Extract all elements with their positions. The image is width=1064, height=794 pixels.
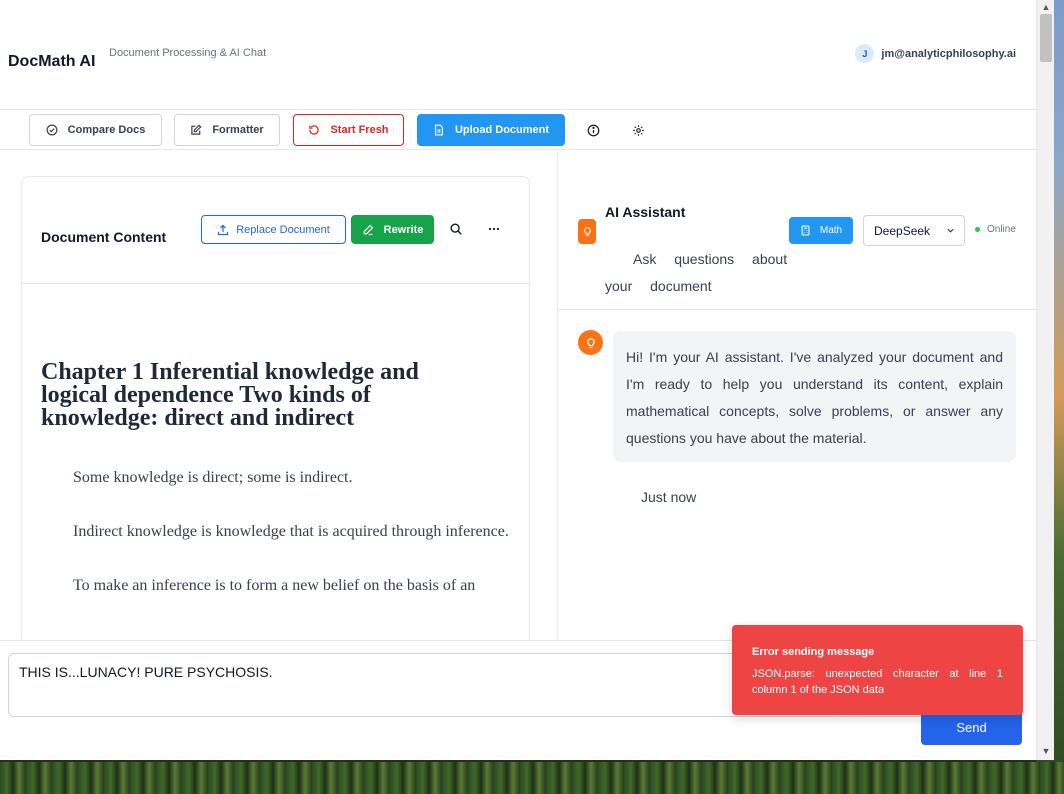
formatter-button[interactable]: Formatter xyxy=(174,114,280,146)
more-icon[interactable] xyxy=(486,222,502,236)
upload-icon xyxy=(218,224,229,235)
avatar[interactable]: J xyxy=(855,44,875,63)
start-fresh-label: Start Fresh xyxy=(330,124,389,136)
ai-assistant-header: AI Assistant Ask questions about your do… xyxy=(558,151,1036,310)
pencil-icon xyxy=(363,224,373,235)
app-tagline: Document Processing & AI Chat xyxy=(109,47,267,59)
search-icon[interactable] xyxy=(449,222,463,236)
desktop-wallpaper-bottom xyxy=(0,762,1064,794)
message-timestamp: Just now xyxy=(641,489,697,505)
replace-document-button[interactable]: Replace Document xyxy=(201,215,346,244)
upload-document-label: Upload Document xyxy=(454,124,550,136)
scrollbar-thumb[interactable] xyxy=(1040,14,1052,62)
settings-button[interactable] xyxy=(630,122,646,138)
assistant-message: Hi! I'm your AI assistant. I've analyzed… xyxy=(613,331,1016,462)
edit-icon xyxy=(191,124,202,135)
scroll-up-icon[interactable]: ▲ xyxy=(1037,0,1055,14)
model-select-value: DeepSeek xyxy=(874,223,931,238)
app-name: DocMath AI xyxy=(8,53,96,70)
upload-document-button[interactable]: Upload Document xyxy=(417,114,565,146)
scroll-down-icon[interactable]: ▼ xyxy=(1037,744,1055,758)
status-badge: Online xyxy=(975,224,1016,235)
document-paragraph: Indirect knowledge is knowledge that is … xyxy=(73,523,509,540)
rewrite-button[interactable]: Rewrite xyxy=(351,215,434,244)
start-fresh-button[interactable]: Start Fresh xyxy=(293,114,404,146)
app-header: DocMath AI Document Processing & AI Chat… xyxy=(0,0,1036,110)
lightbulb-icon xyxy=(583,227,591,237)
lightbulb-icon xyxy=(586,337,595,348)
formatter-label: Formatter xyxy=(212,124,264,136)
window-scrollbar[interactable]: ▲ ▼ xyxy=(1036,0,1054,760)
gear-icon xyxy=(632,124,644,136)
document-panel: Document Content Replace Document Rewrit… xyxy=(21,176,530,646)
compare-docs-button[interactable]: Compare Docs xyxy=(29,114,162,146)
replace-document-label: Replace Document xyxy=(236,223,330,236)
toast-message: JSON.parse: unexpected character at line… xyxy=(752,668,1003,696)
info-button[interactable] xyxy=(585,122,601,138)
toast-title: Error sending message xyxy=(752,646,875,658)
user-menu[interactable]: J jm@analyticphilosophy.ai xyxy=(855,44,1016,63)
compare-docs-label: Compare Docs xyxy=(67,124,146,136)
send-button[interactable]: Send xyxy=(921,710,1022,745)
refresh-icon xyxy=(309,125,320,135)
message-avatar xyxy=(578,330,603,355)
document-panel-header: Document Content Replace Document Rewrit… xyxy=(22,177,529,284)
app-window: DocMath AI Document Processing & AI Chat… xyxy=(0,0,1036,760)
ai-assistant-panel: AI Assistant Ask questions about your do… xyxy=(557,151,1036,641)
calculator-icon xyxy=(801,225,810,236)
file-icon xyxy=(435,124,443,136)
document-content: Chapter 1 Inferential knowledge and logi… xyxy=(22,285,529,645)
math-mode-label: Math xyxy=(819,225,843,236)
toolbar: Compare Docs Formatter Start Fresh Uploa… xyxy=(0,111,1036,150)
chapter-title: Chapter 1 Inferential knowledge and logi… xyxy=(41,359,419,431)
document-paragraph: To make an inference is to form a new be… xyxy=(73,577,476,594)
model-select[interactable]: DeepSeek xyxy=(863,215,965,246)
document-panel-title: Document Content xyxy=(41,229,167,245)
info-icon xyxy=(587,124,599,136)
status-dot xyxy=(975,227,980,232)
user-email: jm@analyticphilosophy.ai xyxy=(881,47,1016,60)
math-mode-button[interactable]: Math xyxy=(789,217,853,244)
chevron-down-icon xyxy=(947,228,954,233)
rewrite-label: Rewrite xyxy=(383,223,424,236)
assistant-avatar xyxy=(578,219,596,244)
ai-assistant-subtitle: Ask questions about your document xyxy=(605,251,788,294)
compare-icon xyxy=(46,124,58,136)
status-label: Online xyxy=(987,224,1016,235)
document-paragraph: Some knowledge is direct; some is indire… xyxy=(73,469,353,486)
ai-assistant-title: AI Assistant xyxy=(605,204,686,220)
error-toast[interactable]: Error sending message JSON.parse: unexpe… xyxy=(732,625,1023,715)
